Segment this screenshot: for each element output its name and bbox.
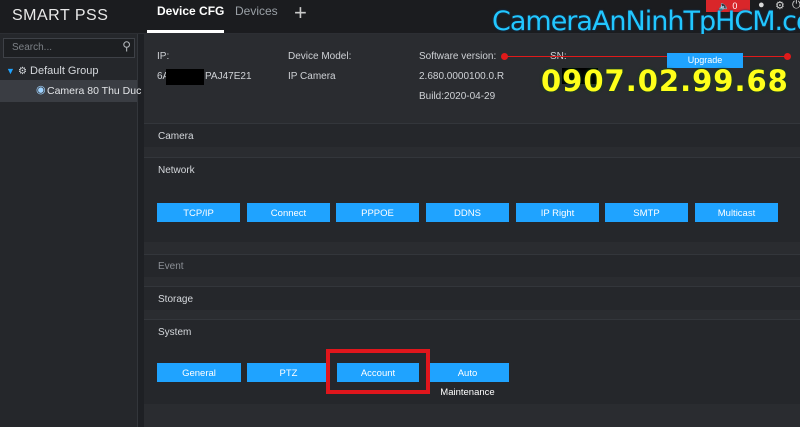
section-camera[interactable]: Camera <box>144 123 800 147</box>
tab-devices[interactable]: Devices <box>235 4 278 18</box>
ip-label: IP: <box>157 51 170 62</box>
watermark-red-dot-right <box>784 53 791 60</box>
ptz-button[interactable]: PTZ <box>247 363 330 382</box>
watermark-phone-text: 0907.02.99.68 <box>541 64 789 98</box>
watermark-red-line <box>504 56 786 57</box>
section-storage[interactable]: Storage <box>144 286 800 310</box>
tab-device-cfg[interactable]: Device CFG <box>157 4 224 18</box>
section-camera-title: Camera <box>158 131 194 142</box>
tree-group-default[interactable]: ▼ ⚙ Default Group <box>6 65 99 77</box>
section-system: System General PTZ Account Auto Maintena… <box>144 319 800 404</box>
camera-location-icon: ◉ <box>36 84 46 96</box>
section-network-title: Network <box>158 165 195 176</box>
build-value: Build:2020-04-29 <box>419 91 496 102</box>
device-label: Camera 80 Thu Duc <box>47 85 142 97</box>
section-event-title: Event <box>158 261 184 272</box>
watermark-red-dot-left <box>501 53 508 60</box>
account-highlight-box <box>326 349 430 394</box>
tcpip-button[interactable]: TCP/IP <box>157 203 240 222</box>
section-event[interactable]: Event <box>144 254 800 277</box>
app-logo: SMART PSS <box>12 7 109 24</box>
auto-maintenance-button[interactable]: Auto Maintenance <box>426 363 509 398</box>
active-tab-indicator <box>147 30 224 33</box>
section-system-title: System <box>158 327 192 338</box>
group-icon: ⚙ <box>17 66 27 77</box>
device-tree-panel: Search... ⚲ ▼ ⚙ Default Group ◉ Camera 8… <box>0 34 141 427</box>
software-version-label: Software version: <box>419 51 497 62</box>
model-label: Device Model: <box>288 51 352 62</box>
tree-device-item[interactable]: ◉ Camera 80 Thu Duc <box>0 80 141 102</box>
section-storage-title: Storage <box>158 294 194 305</box>
search-input[interactable]: Search... ⚲ <box>3 38 135 58</box>
ddns-button[interactable]: DDNS <box>426 203 509 222</box>
multicast-button[interactable]: Multicast <box>695 203 778 222</box>
smtp-button[interactable]: SMTP <box>605 203 688 222</box>
search-icon[interactable]: ⚲ <box>122 39 131 53</box>
software-version-value: 2.680.0000100.0.R <box>419 71 505 82</box>
model-value: IP Camera <box>288 71 336 82</box>
redaction-box <box>166 69 204 85</box>
pppoe-button[interactable]: PPPOE <box>336 203 419 222</box>
search-placeholder: Search... <box>12 42 53 53</box>
connect-button[interactable]: Connect <box>247 203 330 222</box>
expand-arrow-icon[interactable]: ▼ <box>6 66 15 76</box>
section-network: Network TCP/IP Connect PPPOE DDNS IP Rig… <box>144 157 800 242</box>
watermark-site-text: CameraAnNinhTpHCM.com <box>492 6 800 37</box>
general-button[interactable]: General <box>157 363 241 382</box>
ip-value: PAJ47E21 <box>205 71 252 82</box>
add-tab-button[interactable]: + <box>294 0 307 26</box>
group-label: Default Group <box>30 65 99 77</box>
ip-right-button[interactable]: IP Right <box>516 203 599 222</box>
